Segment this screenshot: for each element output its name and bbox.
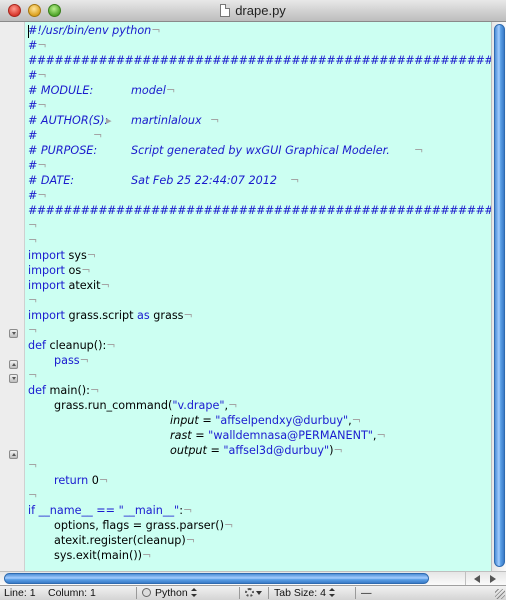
code-line: ¬ bbox=[28, 489, 38, 502]
text-area[interactable]: #!/usr/bin/env python¬ #¬ ##############… bbox=[25, 22, 491, 571]
code-line: import os¬ bbox=[28, 264, 91, 277]
line-label: Line: bbox=[4, 587, 27, 599]
code-line: if __name__ == "__main__":¬ bbox=[28, 504, 193, 517]
code-line: #¬ bbox=[28, 129, 103, 142]
code-line: ########################################… bbox=[28, 204, 491, 217]
file-icon[interactable] bbox=[220, 4, 231, 17]
code-line: pass¬ bbox=[54, 354, 89, 367]
code-line: input = "affselpendxy@durbuy",¬ bbox=[170, 414, 362, 427]
fold-icon-end-run-command[interactable] bbox=[9, 450, 18, 459]
horizontal-scrollbar[interactable] bbox=[0, 571, 506, 585]
horizontal-scroll-thumb[interactable] bbox=[4, 573, 429, 584]
code-line: #¬ bbox=[28, 189, 47, 202]
code-line: #!/usr/bin/env python¬ bbox=[28, 24, 161, 37]
column-indicator: Column: 1 bbox=[48, 586, 96, 600]
tab-size-value: 4 bbox=[320, 587, 326, 599]
column-label: Column: bbox=[48, 587, 88, 599]
popup-arrows-icon bbox=[328, 588, 335, 597]
code-line: ¬ bbox=[28, 234, 38, 247]
fold-icon-def-cleanup[interactable] bbox=[9, 329, 18, 338]
symbol-popup[interactable]: — bbox=[361, 586, 372, 600]
language-icon bbox=[142, 588, 151, 597]
scroll-right-arrow-icon[interactable] bbox=[490, 575, 496, 583]
code-line: import atexit¬ bbox=[28, 279, 110, 292]
code-line: sys.exit(main())¬ bbox=[54, 549, 152, 562]
line-gutter bbox=[0, 22, 25, 571]
code-line: #¬ bbox=[28, 159, 47, 172]
tab-size-popup[interactable]: Tab Size: 4 bbox=[274, 586, 335, 600]
symbol-label: — bbox=[361, 587, 372, 599]
code-line: import sys¬ bbox=[28, 249, 97, 262]
status-bar: Line: 1 Column: 1 Python Tab Size: 4 — bbox=[0, 585, 506, 600]
code-line: def cleanup():¬ bbox=[28, 339, 116, 352]
code-line: ¬ bbox=[28, 294, 38, 307]
code-editor: #!/usr/bin/env python¬ #¬ ##############… bbox=[0, 22, 506, 571]
popup-arrows-icon bbox=[190, 588, 197, 597]
status-divider bbox=[239, 587, 240, 599]
code-line: import grass.script as grass¬ bbox=[28, 309, 193, 322]
window-title-text: drape.py bbox=[235, 3, 286, 18]
code-line: ¬ bbox=[28, 459, 38, 472]
code-line: #¬ bbox=[28, 39, 47, 52]
code-line: ¬ bbox=[28, 324, 38, 337]
line-value: 1 bbox=[29, 587, 36, 599]
language-label: Python bbox=[155, 587, 188, 599]
status-divider bbox=[355, 587, 356, 599]
fold-icon-def-main[interactable] bbox=[9, 374, 18, 383]
status-divider bbox=[136, 587, 137, 599]
fold-icon-end-cleanup[interactable] bbox=[9, 360, 18, 369]
window-title: drape.py bbox=[0, 3, 506, 18]
status-divider bbox=[268, 587, 269, 599]
line-indicator: Line: 1 bbox=[4, 586, 36, 600]
code-line: options, flags = grass.parser()¬ bbox=[54, 519, 234, 532]
code-line: atexit.register(cleanup)¬ bbox=[54, 534, 196, 547]
code-line: grass.run_command("v.drape",¬ bbox=[54, 399, 238, 412]
gear-icon bbox=[245, 588, 254, 597]
code-line: # DATE: Sat Feb 25 22:44:07 2012 ¬ bbox=[28, 174, 300, 187]
code-line: def main():¬ bbox=[28, 384, 100, 397]
gear-menu[interactable] bbox=[245, 586, 262, 600]
scroll-arrows bbox=[465, 572, 506, 585]
tab-size-label: Tab Size: bbox=[274, 587, 318, 599]
dropdown-triangle-icon bbox=[256, 591, 262, 595]
code-line: ¬ bbox=[28, 369, 38, 382]
code-line: #¬ bbox=[28, 69, 47, 82]
vertical-scrollbar[interactable] bbox=[491, 22, 506, 571]
code-line: # MODULE: model ¬ bbox=[28, 84, 176, 97]
resize-grip-icon[interactable] bbox=[495, 589, 505, 599]
code-line: rast = "walldemnasa@PERMANENT",¬ bbox=[170, 429, 386, 442]
code-line: # PURPOSE: Script generated by wxGUI Grap… bbox=[28, 144, 424, 157]
code-line: ¬ bbox=[28, 219, 38, 232]
code-line: #¬ bbox=[28, 99, 47, 112]
vertical-scroll-thumb[interactable] bbox=[494, 24, 505, 567]
code-line: ########################################… bbox=[28, 54, 491, 67]
code-line: return 0¬ bbox=[54, 474, 109, 487]
scroll-left-arrow-icon[interactable] bbox=[474, 575, 480, 583]
title-bar: drape.py bbox=[0, 0, 506, 22]
code-line: # AUTHOR(S): ▸ martinlaloux ¬ bbox=[28, 114, 220, 127]
code-line: output = "affsel3d@durbuy")¬ bbox=[170, 444, 343, 457]
language-popup[interactable]: Python bbox=[142, 586, 197, 600]
column-value: 1 bbox=[90, 587, 96, 599]
